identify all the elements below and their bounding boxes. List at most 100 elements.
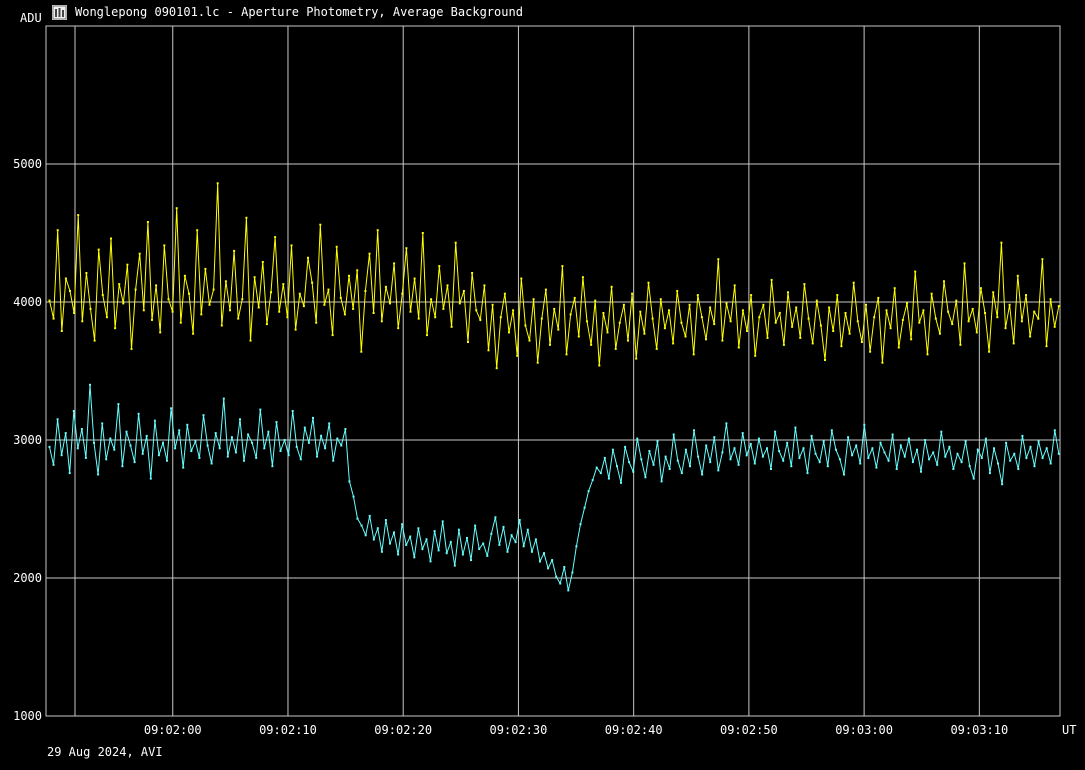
data-point: [761, 455, 764, 458]
data-point: [282, 283, 285, 286]
light-curve-chart[interactable]: 1000 2000 3000 4000 5000 09:02:00 09:02:10 09:0…: [0, 0, 1085, 770]
data-point: [499, 316, 502, 319]
data-point: [814, 452, 817, 455]
data-point: [943, 280, 945, 283]
data-point: [251, 441, 254, 444]
data-point: [218, 447, 221, 450]
data-point: [220, 324, 223, 327]
data-point: [774, 321, 777, 324]
data-point: [295, 445, 298, 448]
data-point: [926, 353, 929, 356]
data-point: [316, 455, 318, 458]
data-point: [701, 473, 704, 476]
data-point: [48, 445, 51, 448]
plot-area-border: [45, 25, 1061, 717]
data-point: [936, 463, 939, 466]
data-point: [121, 465, 124, 468]
data-point: [631, 292, 634, 295]
data-point: [948, 445, 951, 448]
data-point: [194, 440, 197, 443]
data-point: [838, 458, 841, 461]
data-point: [1041, 258, 1044, 261]
data-point: [924, 439, 927, 441]
data-point: [64, 432, 67, 435]
data-point: [644, 476, 647, 479]
data-point: [635, 357, 638, 360]
data-point: [384, 285, 387, 288]
data-point: [782, 343, 785, 346]
data-point: [52, 463, 55, 466]
data-point: [56, 229, 59, 232]
data-point: [700, 316, 703, 319]
data-point: [737, 346, 740, 349]
data-point: [117, 403, 120, 406]
data-point: [129, 444, 132, 447]
data-point: [319, 223, 322, 226]
data-point: [1008, 303, 1011, 306]
data-point: [186, 423, 189, 426]
data-point: [988, 350, 991, 353]
data-point: [312, 416, 314, 419]
data-point: [332, 459, 335, 462]
data-point: [458, 302, 461, 305]
x-tick-label: 09:02:10: [259, 723, 317, 737]
data-point: [482, 542, 485, 545]
data-point: [536, 361, 539, 364]
data-point: [603, 456, 606, 459]
data-point: [368, 514, 371, 517]
data-point: [183, 274, 186, 277]
data-point: [543, 552, 545, 555]
data-point: [142, 309, 145, 312]
data-point: [146, 221, 149, 223]
data-point: [655, 347, 658, 350]
data-point: [287, 454, 290, 457]
data-point: [830, 429, 833, 432]
data-point: [291, 410, 294, 412]
data-point: [279, 450, 282, 452]
data-point: [1025, 294, 1027, 297]
data-point: [167, 298, 170, 301]
data-point: [855, 444, 858, 447]
data-point: [495, 367, 498, 370]
data-point: [421, 548, 424, 550]
data-point: [182, 466, 185, 469]
data-point: [598, 364, 601, 367]
data-point: [434, 316, 437, 319]
data-point: [514, 541, 517, 544]
data-point: [89, 383, 91, 386]
data-point: [263, 447, 266, 450]
y-tick-label: 2000: [13, 571, 42, 585]
data-point: [401, 523, 404, 526]
data-point: [449, 541, 452, 544]
series-line: [49, 183, 1060, 369]
data-point: [348, 480, 351, 483]
data-point: [717, 469, 720, 472]
data-point: [875, 466, 878, 469]
data-point: [903, 455, 906, 458]
data-point: [151, 318, 153, 321]
data-point: [672, 433, 675, 436]
data-point: [692, 353, 695, 356]
data-point: [632, 470, 635, 473]
data-point: [676, 290, 679, 292]
data-point: [782, 459, 785, 462]
data-point: [331, 334, 334, 337]
data-point: [960, 461, 963, 464]
data-point: [498, 543, 501, 546]
data-point: [118, 283, 121, 286]
data-point: [409, 310, 412, 313]
data-point: [352, 307, 355, 310]
data-point: [610, 285, 613, 288]
x-tick-label: 09:03:00: [835, 723, 893, 737]
data-point: [595, 466, 598, 469]
data-point: [559, 582, 562, 585]
data-point: [348, 274, 350, 277]
data-point: [565, 353, 568, 356]
data-point: [397, 553, 400, 556]
data-point: [867, 456, 870, 459]
data-point: [847, 436, 850, 439]
data-point: [922, 309, 925, 312]
data-point: [239, 418, 241, 421]
data-point: [81, 320, 84, 323]
footer-date-source: 29 Aug 2024, AVI: [47, 745, 163, 759]
